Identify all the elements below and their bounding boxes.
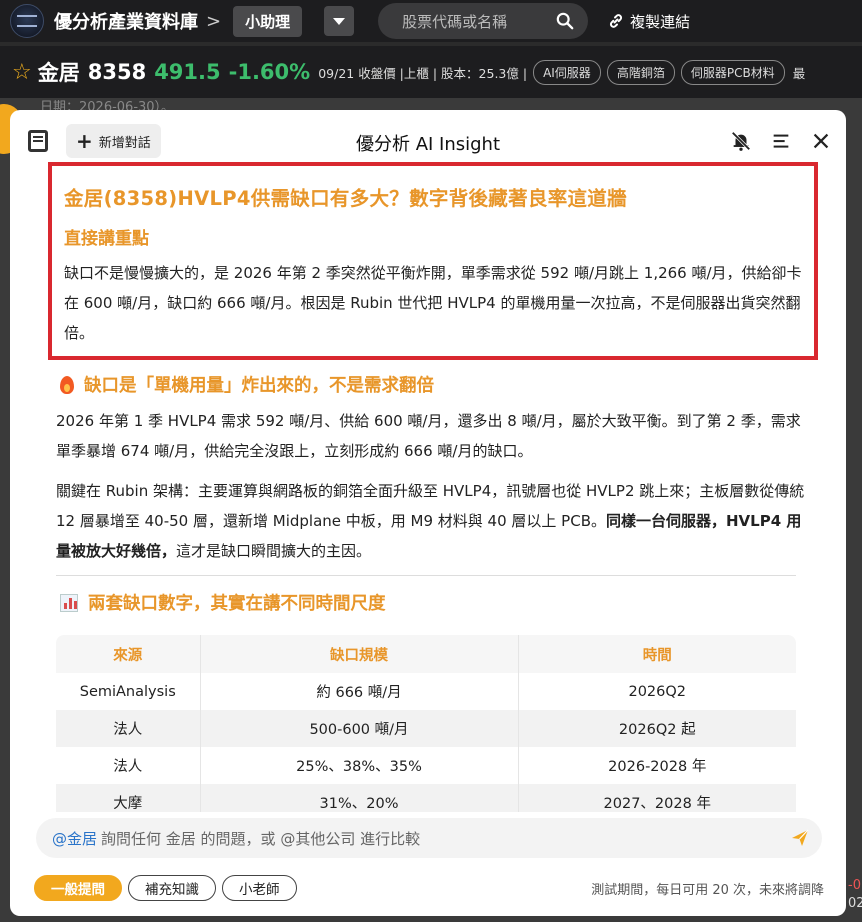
table-header-row: 來源 缺口規模 時間 xyxy=(56,635,796,673)
table-row: 法人 25%、38%、35% 2026-2028 年 xyxy=(56,747,796,784)
table-cell: 2026-2028 年 xyxy=(608,759,707,775)
section-heading-text: 缺口是「單機用量」炸出來的，不是需求翻倍 xyxy=(84,376,434,396)
menu-lines-icon[interactable] xyxy=(770,130,792,152)
tag-copper-foil[interactable]: 高階銅箔 xyxy=(606,59,675,85)
header-actions xyxy=(730,130,832,152)
caret-down-icon xyxy=(333,17,346,25)
column-header-gap: 缺口規模 xyxy=(200,635,519,673)
stock-price: 491.5 xyxy=(154,60,221,84)
top-nav: 優分析產業資料庫 > 小助理 股票代碼或名稱 複製連結 xyxy=(0,0,862,42)
dropdown-button[interactable] xyxy=(324,6,355,36)
helper-button[interactable]: 小助理 xyxy=(233,5,303,37)
highlighted-summary-box: 金居(8358)HVLP4供需缺口有多大？數字背後藏著良率這道牆 直接講重點 缺… xyxy=(48,162,818,360)
link-icon xyxy=(610,14,623,28)
mode-bar: 一般提問 補充知識 小老師 測試期間，每日可用 20 次，未來將調降 xyxy=(34,874,824,902)
table-row: SemiAnalysis 約 666 噸/月 2026Q2 xyxy=(56,673,796,710)
stock-name: 金居 xyxy=(37,61,80,85)
bar-chart-icon xyxy=(60,593,78,612)
answer-summary: 缺口不是慢慢擴大的，是 2026 年第 2 季突然從平衡炸開，單季需求從 592… xyxy=(64,264,802,342)
divider xyxy=(56,575,796,576)
mode-supplementary-knowledge[interactable]: 補充知識 xyxy=(128,875,216,901)
copy-link-button[interactable]: 複製連結 xyxy=(608,11,690,32)
table-cell: 大摩 xyxy=(56,784,201,812)
table-cell: 25%、38%、35% xyxy=(200,747,519,784)
tag-ai-server[interactable]: AI伺服器 xyxy=(533,59,601,85)
stock-change: -1.60% xyxy=(228,60,311,84)
table-cell: 500-600 噸/月 xyxy=(200,710,519,747)
company-mention[interactable]: @金居 xyxy=(52,828,97,849)
bell-off-icon[interactable] xyxy=(730,130,752,152)
modal-title: 優分析 AI Insight xyxy=(355,134,501,155)
breadcrumb-separator: > xyxy=(206,10,222,32)
section-heading-unit-usage: 缺口是「單機用量」炸出來的，不是需求翻倍 xyxy=(60,372,434,397)
usage-footnote: 測試期間，每日可用 20 次，未來將調降 xyxy=(591,882,824,898)
paragraph-rubin: 關鍵在 Rubin 架構：主要運算與網路板的銅箔全面升級至 HVLP4，訊號層也… xyxy=(56,476,806,566)
table-cell: 法人 xyxy=(56,747,201,784)
column-header-source: 來源 xyxy=(56,635,201,673)
stock-meta-overflow: 最 xyxy=(792,65,806,81)
stock-header: ☆ 金居 8358 491.5 -1.60% 09/21 收盤價 |上櫃 | 股… xyxy=(0,46,862,98)
ai-insight-modal: + 新增對話 優分析 AI Insight 金居(8358)HVLP4供需缺口有… xyxy=(10,110,846,916)
paragraph-rubin-tail: 這才是缺口瞬間擴大的主因。 xyxy=(176,542,372,560)
answer-title: 金居(8358)HVLP4供需缺口有多大？數字背後藏著良率這道牆 xyxy=(64,187,627,210)
brand-logo[interactable] xyxy=(10,4,44,38)
brand-title[interactable]: 優分析產業資料庫 xyxy=(54,8,198,34)
tag-pcb-material[interactable]: 伺服器PCB材料 xyxy=(680,59,785,85)
table-cell: 2026Q2 起 xyxy=(518,710,796,747)
question-input[interactable]: @金居 詢問任何 金居 的問題，或 @其他公司 進行比較 xyxy=(36,818,822,858)
table-cell: SemiAnalysis xyxy=(56,673,201,710)
question-placeholder: 詢問任何 金居 的問題，或 @其他公司 進行比較 xyxy=(101,829,421,848)
table-cell: 2026Q2 xyxy=(628,683,687,700)
fire-icon xyxy=(60,375,74,394)
stock-search-input[interactable]: 股票代碼或名稱 xyxy=(378,3,589,39)
star-icon[interactable]: ☆ xyxy=(12,60,32,85)
table-row: 大摩 31%、20% 2027、2028 年 xyxy=(56,784,796,812)
table-cell: 31%、20% xyxy=(200,784,519,812)
stock-meta: 09/21 收盤價 |上櫃 | 股本：25.3億 | xyxy=(318,65,528,81)
mode-tutor[interactable]: 小老師 xyxy=(222,875,297,901)
search-placeholder: 股票代碼或名稱 xyxy=(402,12,508,31)
section-heading-time-scale: 兩套缺口數字，其實在講不同時間尺度 xyxy=(60,590,386,615)
copy-link-label: 複製連結 xyxy=(630,12,691,31)
table-row: 法人 500-600 噸/月 2026Q2 起 xyxy=(56,710,796,747)
paragraph-q1-q2: 2026 年第 1 季 HVLP4 需求 592 噸/月、供給 600 噸/月，… xyxy=(56,412,801,460)
table-cell: 2027、2028 年 xyxy=(518,784,796,812)
column-header-time: 時間 xyxy=(518,635,796,673)
table-cell: 法人 xyxy=(56,710,201,747)
section-heading-text: 兩套缺口數字，其實在講不同時間尺度 xyxy=(88,594,386,614)
send-icon[interactable] xyxy=(790,828,810,848)
background-value-2: 02 xyxy=(848,896,862,911)
mode-general-question[interactable]: 一般提問 xyxy=(34,875,122,901)
gap-comparison-table: 來源 缺口規模 時間 SemiAnalysis 約 666 噸/月 2026Q2… xyxy=(56,635,796,812)
search-icon[interactable] xyxy=(556,12,574,30)
stock-code: 8358 xyxy=(87,60,147,84)
table-cell: 約 666 噸/月 xyxy=(200,673,519,710)
background-value-1: -0. xyxy=(848,878,862,893)
answer-subtitle: 直接講重點 xyxy=(64,229,149,249)
chat-content: 金居(8358)HVLP4供需缺口有多大？數字背後藏著良率這道牆 直接講重點 缺… xyxy=(46,162,818,812)
close-icon[interactable] xyxy=(810,130,832,152)
